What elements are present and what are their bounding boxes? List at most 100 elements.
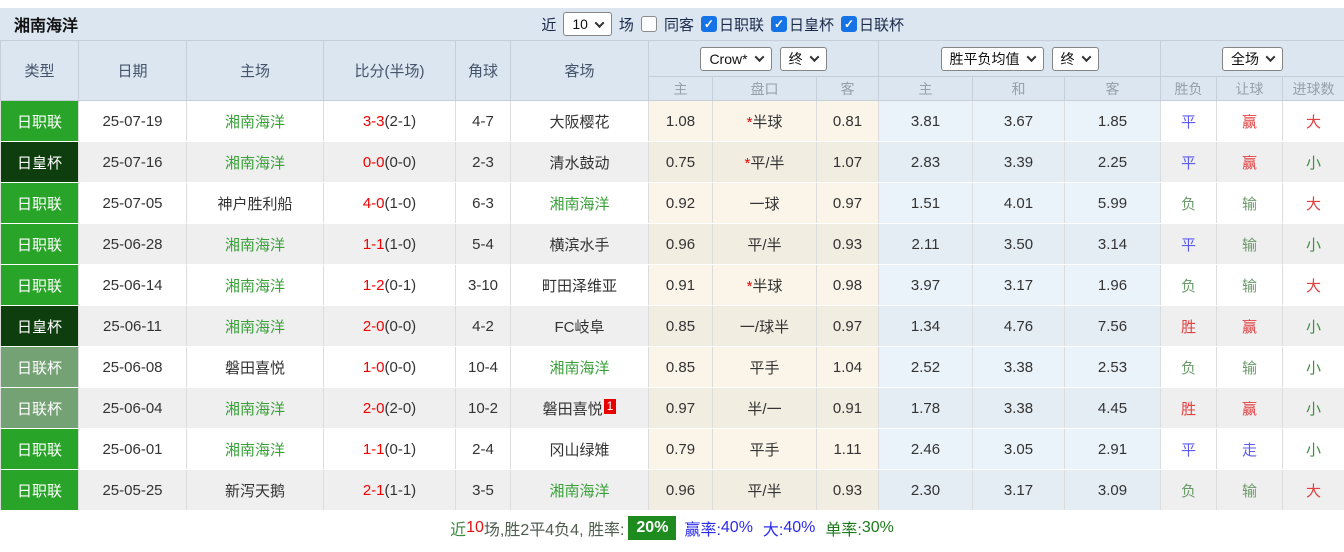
handicap-result-cell: 输 bbox=[1217, 347, 1283, 388]
home-team-name: 湘南海洋 bbox=[225, 278, 285, 295]
eu-away-odds-cell: 1.85 bbox=[1065, 101, 1161, 142]
score-cell: 2-0(0-0) bbox=[324, 306, 456, 347]
league-cell: 日职联 bbox=[1, 224, 79, 265]
halftime-score: (0-0) bbox=[385, 318, 417, 335]
corners-cell: 3-5 bbox=[456, 470, 511, 511]
league-filter-league-cup: ✓ 日联杯 bbox=[841, 14, 904, 35]
away-team-cell: 磐田喜悦1 bbox=[511, 388, 649, 429]
date-cell: 25-07-16 bbox=[79, 142, 187, 183]
check-icon: ✓ bbox=[704, 18, 714, 30]
chevron-down-icon bbox=[809, 52, 819, 62]
league-label: 日职联 bbox=[719, 14, 764, 35]
away-team-cell: 大阪樱花 bbox=[511, 101, 649, 142]
home-team-cell: 湘南海洋 bbox=[187, 388, 324, 429]
halftime-score: (2-1) bbox=[385, 113, 417, 130]
league-checkbox-emperors-cup[interactable]: ✓ bbox=[771, 16, 787, 32]
subcol-eu-away: 客 bbox=[1065, 77, 1161, 101]
league-cell: 日联杯 bbox=[1, 347, 79, 388]
home-team-name: 神户胜利船 bbox=[217, 196, 292, 213]
league-checkbox-jleague[interactable]: ✓ bbox=[701, 16, 717, 32]
handicap-result-cell: 赢 bbox=[1217, 142, 1283, 183]
halftime-score: (0-1) bbox=[385, 441, 417, 458]
halftime-score: (0-0) bbox=[385, 154, 417, 171]
away-team-name: 湘南海洋 bbox=[549, 360, 609, 377]
league-cell: 日职联 bbox=[1, 183, 79, 224]
fulltime-score: 1-1 bbox=[363, 441, 385, 458]
home-team-cell: 新泻天鹅 bbox=[187, 470, 324, 511]
score-cell: 4-0(1-0) bbox=[324, 183, 456, 224]
league-cell: 日职联 bbox=[1, 470, 79, 511]
recent-count-select[interactable]: 10 bbox=[563, 12, 612, 36]
ah-line-cell: *半球 bbox=[713, 265, 817, 306]
date-cell: 25-05-25 bbox=[79, 470, 187, 511]
away-team-cell: FC岐阜 bbox=[511, 306, 649, 347]
away-team-name: 磐田喜悦 bbox=[543, 401, 603, 418]
ah-line-cell: 平手 bbox=[713, 347, 817, 388]
table-row: 日职联 25-07-05 神户胜利船 4-0(1-0) 6-3 湘南海洋 0.9… bbox=[1, 183, 1344, 224]
fulltime-score: 1-2 bbox=[363, 277, 385, 294]
ah-away-odds-cell: 1.07 bbox=[817, 142, 879, 183]
handicap-result-cell: 输 bbox=[1217, 265, 1283, 306]
away-team-name: 横滨水手 bbox=[549, 237, 609, 254]
eu-home-odds-cell: 2.11 bbox=[879, 224, 973, 265]
home-team-name: 湘南海洋 bbox=[225, 319, 285, 336]
handicap-result-cell: 输 bbox=[1217, 224, 1283, 265]
league-cell: 日联杯 bbox=[1, 388, 79, 429]
bookmaker-stage-select[interactable]: 终 bbox=[780, 47, 827, 71]
ah-away-odds-cell: 1.11 bbox=[817, 429, 879, 470]
score-cell: 1-2(0-1) bbox=[324, 265, 456, 306]
odds-avg-select[interactable]: 胜平负均值 bbox=[941, 47, 1044, 71]
col-header-away: 客场 bbox=[511, 41, 649, 101]
away-team-cell: 湘南海洋 bbox=[511, 470, 649, 511]
chevron-down-icon bbox=[594, 18, 604, 28]
away-team-cell: 湘南海洋 bbox=[511, 347, 649, 388]
league-checkbox-league-cup[interactable]: ✓ bbox=[841, 16, 857, 32]
home-team-name: 磐田喜悦 bbox=[225, 360, 285, 377]
chevron-down-icon bbox=[754, 52, 764, 62]
same-venue-checkbox[interactable]: ✓ bbox=[641, 16, 657, 32]
eu-away-odds-cell: 2.91 bbox=[1065, 429, 1161, 470]
check-icon: ✓ bbox=[774, 18, 784, 30]
chevron-down-icon bbox=[1026, 52, 1036, 62]
fulltime-score: 2-0 bbox=[363, 318, 385, 335]
home-team-cell: 湘南海洋 bbox=[187, 101, 324, 142]
result-cell: 负 bbox=[1161, 265, 1217, 306]
league-cell: 日职联 bbox=[1, 265, 79, 306]
eu-away-odds-cell: 3.14 bbox=[1065, 224, 1161, 265]
fulltime-score: 2-1 bbox=[363, 482, 385, 499]
eu-home-odds-cell: 3.97 bbox=[879, 265, 973, 306]
halftime-score: (0-1) bbox=[385, 277, 417, 294]
corners-cell: 4-7 bbox=[456, 101, 511, 142]
col-header-corners: 角球 bbox=[456, 41, 511, 101]
date-cell: 25-06-08 bbox=[79, 347, 187, 388]
ah-away-odds-cell: 1.04 bbox=[817, 347, 879, 388]
result-cell: 负 bbox=[1161, 470, 1217, 511]
handicap-group-header: Crow* 终 bbox=[649, 41, 879, 77]
league-cell: 日皇杯 bbox=[1, 142, 79, 183]
handicap-rate-value: 40% bbox=[721, 519, 753, 537]
same-venue-label: 同客 bbox=[664, 14, 694, 35]
fulltime-score: 1-0 bbox=[363, 359, 385, 376]
col-header-type: 类型 bbox=[1, 41, 79, 101]
ah-line: 一球 bbox=[749, 196, 779, 213]
away-note-badge: 1 bbox=[604, 399, 617, 414]
ah-away-odds-cell: 0.93 bbox=[817, 470, 879, 511]
ah-home-odds-cell: 0.96 bbox=[649, 224, 713, 265]
scope-select[interactable]: 全场 bbox=[1222, 47, 1283, 71]
fulltime-score: 4-0 bbox=[363, 195, 385, 212]
ah-line: 平手 bbox=[749, 360, 779, 377]
subcol-eu-home: 主 bbox=[879, 77, 973, 101]
eu-home-odds-cell: 1.34 bbox=[879, 306, 973, 347]
home-team-cell: 湘南海洋 bbox=[187, 429, 324, 470]
summary-recent-count: 10 bbox=[466, 519, 484, 537]
handicap-result-cell: 赢 bbox=[1217, 101, 1283, 142]
corners-cell: 2-3 bbox=[456, 142, 511, 183]
odds-stage-select[interactable]: 终 bbox=[1052, 47, 1099, 71]
bookmaker-select[interactable]: Crow* bbox=[700, 47, 771, 71]
league-label: 日联杯 bbox=[859, 14, 904, 35]
goals-result-cell: 小 bbox=[1283, 429, 1344, 470]
ah-away-odds-cell: 0.97 bbox=[817, 183, 879, 224]
handicap-result-cell: 输 bbox=[1217, 183, 1283, 224]
away-team-cell: 冈山绿雉 bbox=[511, 429, 649, 470]
handicap-result-cell: 走 bbox=[1217, 429, 1283, 470]
